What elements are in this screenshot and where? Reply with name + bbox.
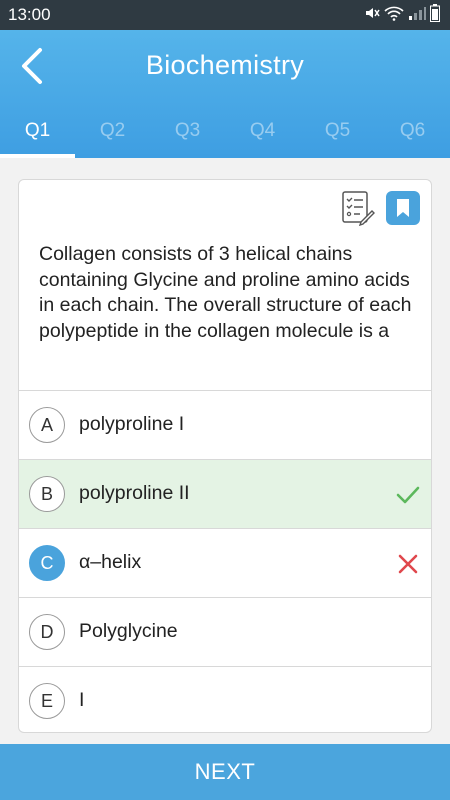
tab-q3[interactable]: Q3 bbox=[150, 120, 225, 142]
app-bar: Biochemistry Q1 Q2 Q3 Q4 Q5 Q6 bbox=[0, 30, 450, 158]
tab-q4[interactable]: Q4 bbox=[225, 120, 300, 142]
bookmark-icon bbox=[397, 199, 409, 217]
notes-button[interactable] bbox=[339, 190, 375, 226]
status-icons bbox=[364, 4, 440, 22]
next-button[interactable]: NEXT bbox=[0, 744, 450, 800]
tab-q1[interactable]: Q1 bbox=[0, 120, 75, 142]
option-text-b: polyproline II bbox=[79, 482, 190, 504]
question-tabs: Q1 Q2 Q3 Q4 Q5 Q6 bbox=[0, 114, 450, 158]
option-text-e: I bbox=[79, 689, 85, 711]
mute-icon bbox=[366, 8, 380, 18]
question-text: Collagen consists of 3 helical chains co… bbox=[39, 243, 412, 342]
bookmark-badge bbox=[386, 191, 420, 225]
status-time: 13:00 bbox=[8, 5, 51, 24]
option-d[interactable]: D Polyglycine bbox=[19, 597, 431, 666]
page-title: Biochemistry bbox=[145, 50, 305, 80]
option-letter-a: A bbox=[29, 407, 65, 443]
option-text-a: polyproline I bbox=[79, 413, 185, 435]
option-c[interactable]: C α–helix bbox=[19, 528, 431, 597]
option-letter-e: E bbox=[29, 683, 65, 719]
option-text-d: Polyglycine bbox=[79, 620, 178, 642]
question-card: Collagen consists of 3 helical chains co… bbox=[18, 179, 432, 733]
battery-icon bbox=[430, 4, 440, 22]
tab-q5[interactable]: Q5 bbox=[300, 120, 375, 142]
wifi-icon bbox=[384, 6, 404, 21]
status-bar: 13:00 bbox=[0, 0, 450, 30]
tab-indicator bbox=[0, 154, 75, 158]
option-e[interactable]: E I bbox=[19, 666, 431, 732]
check-icon bbox=[396, 486, 420, 504]
option-letter-c: C bbox=[29, 545, 65, 581]
option-text-c: α–helix bbox=[79, 551, 142, 573]
card-tools bbox=[339, 190, 421, 226]
option-letter-d: D bbox=[29, 614, 65, 650]
option-a[interactable]: A polyproline I bbox=[19, 390, 431, 459]
checklist-pencil-icon bbox=[342, 191, 375, 226]
option-letter-b: B bbox=[29, 476, 65, 512]
signal-icon bbox=[409, 7, 426, 20]
tab-q2[interactable]: Q2 bbox=[75, 120, 150, 142]
cross-icon bbox=[398, 554, 418, 574]
tab-q6[interactable]: Q6 bbox=[375, 120, 450, 142]
option-b[interactable]: B polyproline II bbox=[19, 459, 431, 528]
bookmark-button[interactable] bbox=[385, 190, 421, 226]
